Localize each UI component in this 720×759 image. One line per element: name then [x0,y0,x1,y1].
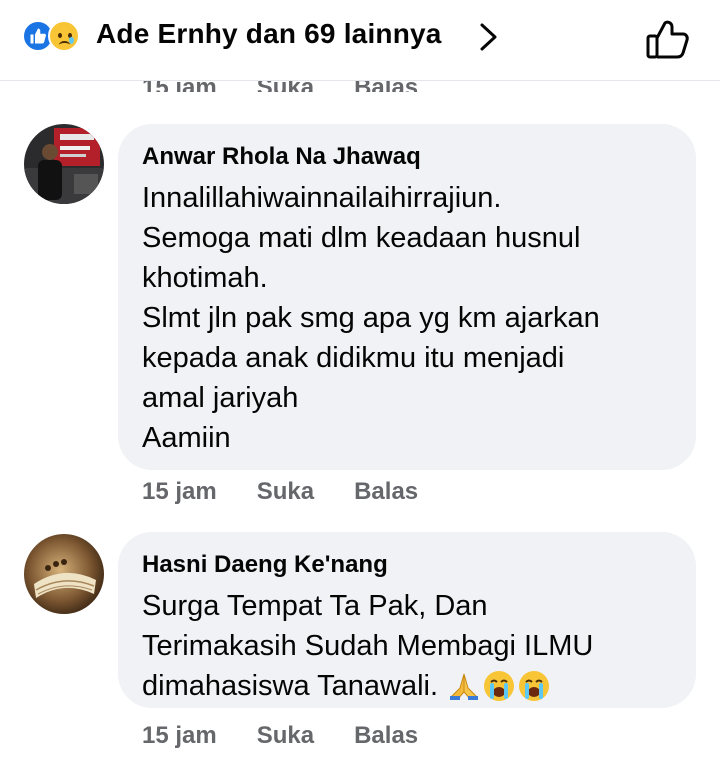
emoji-group [448,670,550,702]
comment-bubble: Anwar Rhola Na Jhawaq Innalillahiwainnai… [118,124,696,470]
comment-meta: 15 jam Suka Balas [142,722,458,750]
comment-text-line: Slmt jln pak smg apa yg km ajarkan [142,302,600,334]
reaction-icons [22,20,84,54]
reply-link[interactable]: Balas [354,478,418,506]
like-link[interactable]: Suka [257,722,314,750]
comment-text-line: Surga Tempat Ta Pak, Dan [142,590,488,622]
comment-time: 15 jam [142,722,217,749]
like-link[interactable]: Suka [257,478,314,506]
reaction-summary[interactable]: Ade Ernhy dan 69 lainnya [96,18,442,50]
comment-text-line: Terimakasih Sudah Membagi ILMU [142,630,594,662]
comment-text-line: Aamiin [142,422,231,454]
comment-text-line: Semoga mati dlm keadaan husnul [142,222,581,254]
crying-face-emoji [484,671,515,701]
comment-bubble: Hasni Daeng Ke'nang Surga Tempat Ta Pak,… [118,532,696,708]
comment-text-line: amal jariyah [142,382,299,414]
comment-text-line: khotimah. [142,262,268,294]
comment-text: dimahasiswa Tanawali. [142,670,439,702]
reply-link[interactable]: Balas [354,722,418,750]
comment-text-line: Innalillahiwainnailaihirrajiun. [142,182,502,214]
reactions-header[interactable]: Ade Ernhy dan 69 lainnya [0,0,720,81]
avatar[interactable] [24,534,104,614]
like-button-icon[interactable] [645,18,691,60]
comment-text-line: dimahasiswa Tanawali. [142,666,672,706]
comment-meta: 15 jam Suka Balas [142,478,458,506]
chevron-right-icon[interactable] [476,22,500,52]
avatar[interactable] [24,124,104,204]
sad-icon [48,20,80,52]
comment-author[interactable]: Hasni Daeng Ke'nang [142,550,672,580]
comment-time: 15 jam [142,478,217,505]
comment-text-line: kepada anak didikmu itu menjadi [142,342,565,374]
folded-hands-emoji [450,673,479,700]
crying-face-emoji [519,671,550,701]
comment-author[interactable]: Anwar Rhola Na Jhawaq [142,142,672,172]
